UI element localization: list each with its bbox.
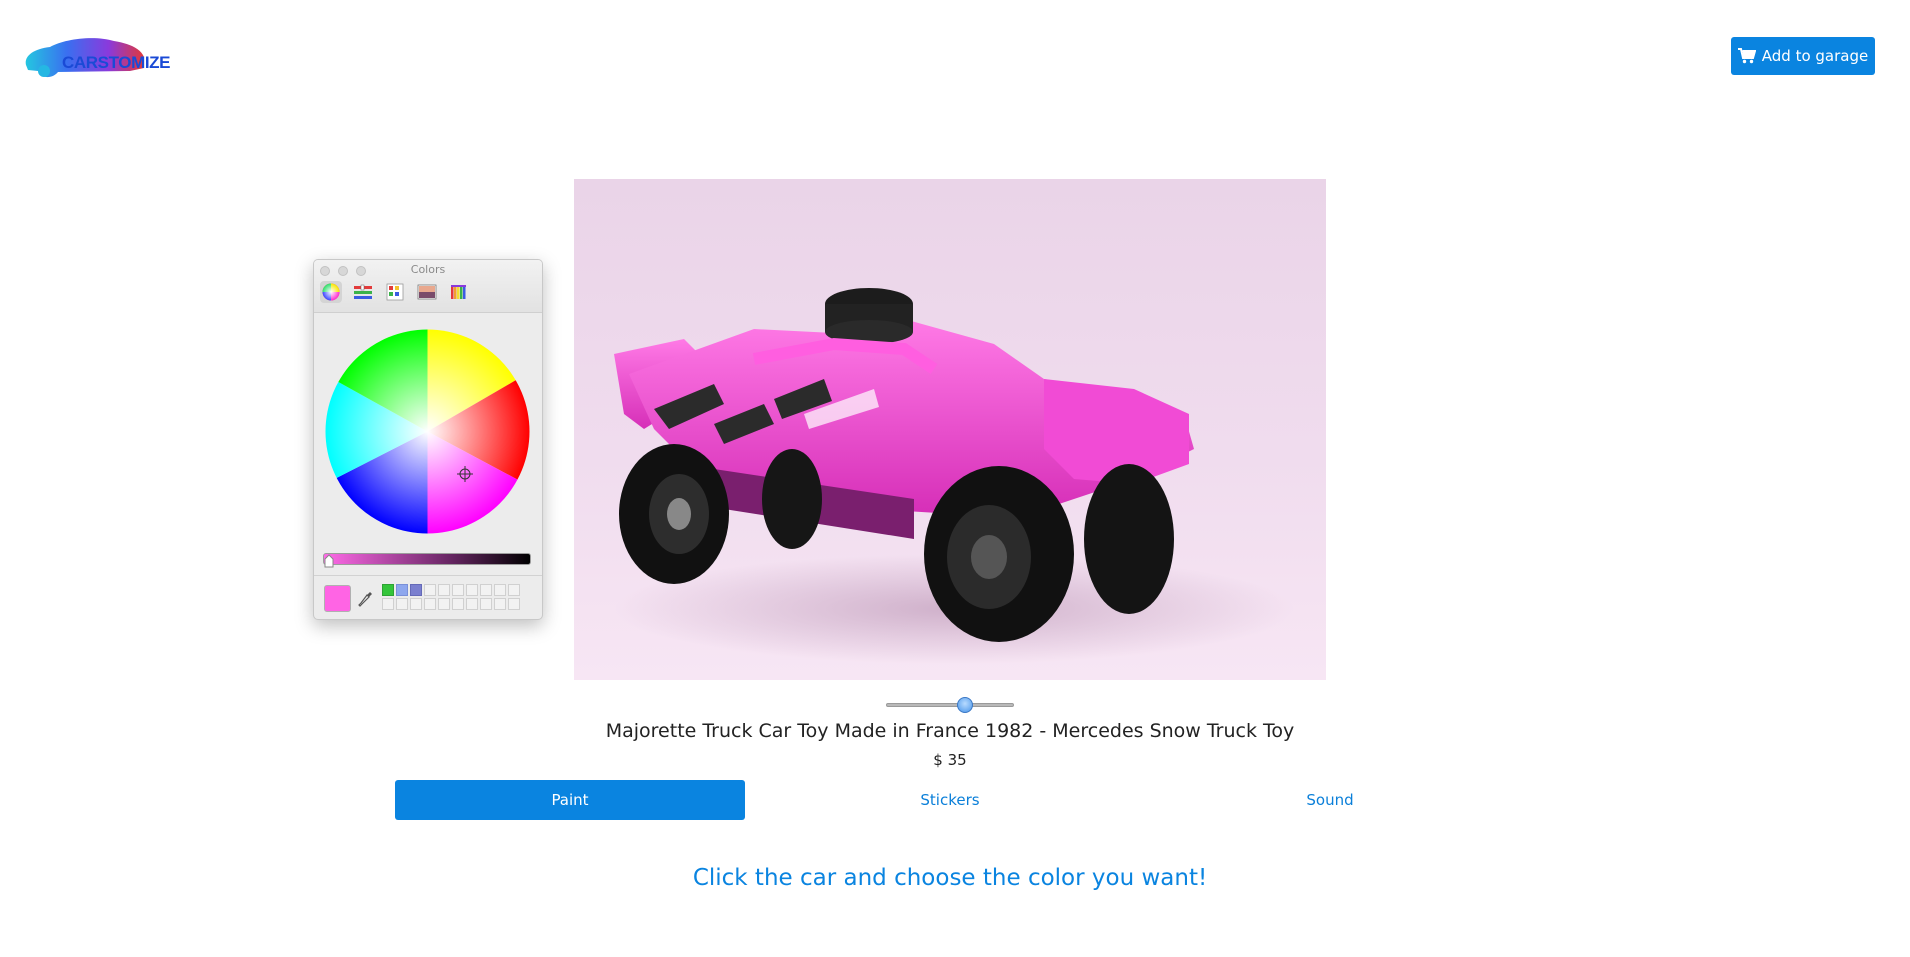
empty-swatch[interactable] [438,598,450,610]
rear-wheel-2 [1084,464,1174,614]
color-swatch[interactable] [410,584,422,596]
colors-panel[interactable]: Colors [313,259,543,620]
add-to-garage-button[interactable]: Add to garage [1731,37,1875,75]
empty-swatch[interactable] [480,584,492,596]
empty-swatch[interactable] [424,584,436,596]
current-color-swatch[interactable] [324,585,351,612]
rear-wheel-left [762,449,822,549]
empty-swatch[interactable] [382,598,394,610]
colors-panel-titlebar[interactable]: Colors [314,260,542,313]
sliders-icon[interactable] [352,281,374,303]
color-swatch[interactable] [396,584,408,596]
slider-track[interactable] [886,703,1014,707]
brightness-slider[interactable] [323,553,531,565]
front-wheel [924,466,1074,642]
empty-swatch[interactable] [466,598,478,610]
empty-swatch[interactable] [396,598,408,610]
instruction-text: Click the car and choose the color you w… [692,865,1208,891]
color-swatch-grid[interactable] [382,584,520,610]
tab-paint[interactable]: Paint [395,780,745,820]
slider-thumb[interactable] [957,697,973,713]
crayons-icon[interactable] [448,281,470,303]
empty-swatch[interactable] [494,584,506,596]
eyedropper-icon[interactable] [358,590,374,608]
empty-swatch[interactable] [466,584,478,596]
brand-logo[interactable]: CARSTOMIZE [22,35,170,81]
product-title: Majorette Truck Car Toy Made in France 1… [605,720,1295,742]
tab-sound[interactable]: Sound [1155,780,1505,820]
colors-panel-title: Colors [410,263,446,276]
logo-text: CARSTOMIZE [62,53,171,72]
add-to-garage-label: Add to garage [1761,47,1869,65]
tab-stickers[interactable]: Stickers [775,780,1125,820]
empty-swatch[interactable] [508,584,520,596]
brightness-knob[interactable] [324,554,334,568]
empty-swatch[interactable] [508,598,520,610]
empty-swatch[interactable] [410,598,422,610]
color-wheel[interactable] [325,329,530,534]
palettes-icon[interactable] [384,281,406,303]
rear-wheel [619,444,729,584]
shopping-cart-icon [1737,48,1756,64]
empty-swatch[interactable] [452,584,464,596]
product-price: $ 35 [933,751,967,769]
empty-swatch[interactable] [452,598,464,610]
empty-swatch[interactable] [480,598,492,610]
panel-separator [314,575,542,576]
color-wheel-icon[interactable] [320,281,342,303]
color-swatch[interactable] [382,584,394,596]
empty-swatch[interactable] [494,598,506,610]
empty-swatch[interactable] [438,584,450,596]
view-slider[interactable] [886,697,1014,713]
empty-swatch[interactable] [424,598,436,610]
car-preview[interactable] [574,179,1326,680]
image-palettes-icon[interactable] [416,281,438,303]
